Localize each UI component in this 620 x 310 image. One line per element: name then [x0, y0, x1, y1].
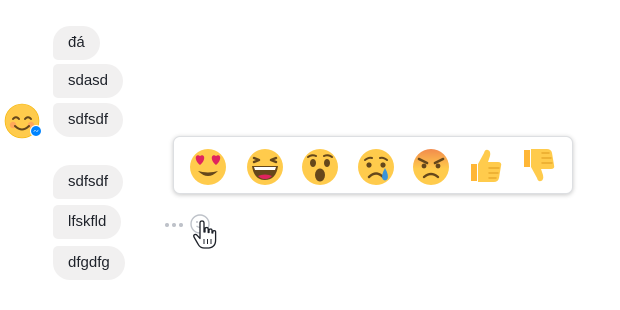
- laughing-icon[interactable]: [244, 145, 286, 187]
- message-bubble[interactable]: lfskfld: [53, 205, 122, 239]
- angry-icon[interactable]: [410, 145, 452, 187]
- surprised-icon[interactable]: [299, 145, 341, 187]
- messenger-badge-icon: [30, 125, 42, 137]
- thumbs-up-icon[interactable]: [465, 145, 507, 187]
- message-bubble[interactable]: sdasd: [53, 64, 124, 98]
- message-bubble[interactable]: sdfsdf: [53, 103, 124, 137]
- hand-cursor-icon: [193, 220, 217, 249]
- thumbs-down-icon[interactable]: [518, 145, 560, 187]
- heart-eyes-icon[interactable]: [187, 145, 229, 187]
- message-bubble[interactable]: dfgdfg: [53, 246, 125, 280]
- message-bubble[interactable]: đá: [53, 26, 100, 60]
- crying-icon[interactable]: [355, 145, 397, 187]
- reaction-picker: [173, 136, 573, 194]
- more-options-icon[interactable]: [164, 220, 186, 230]
- message-bubble[interactable]: sdfsdf: [53, 165, 124, 199]
